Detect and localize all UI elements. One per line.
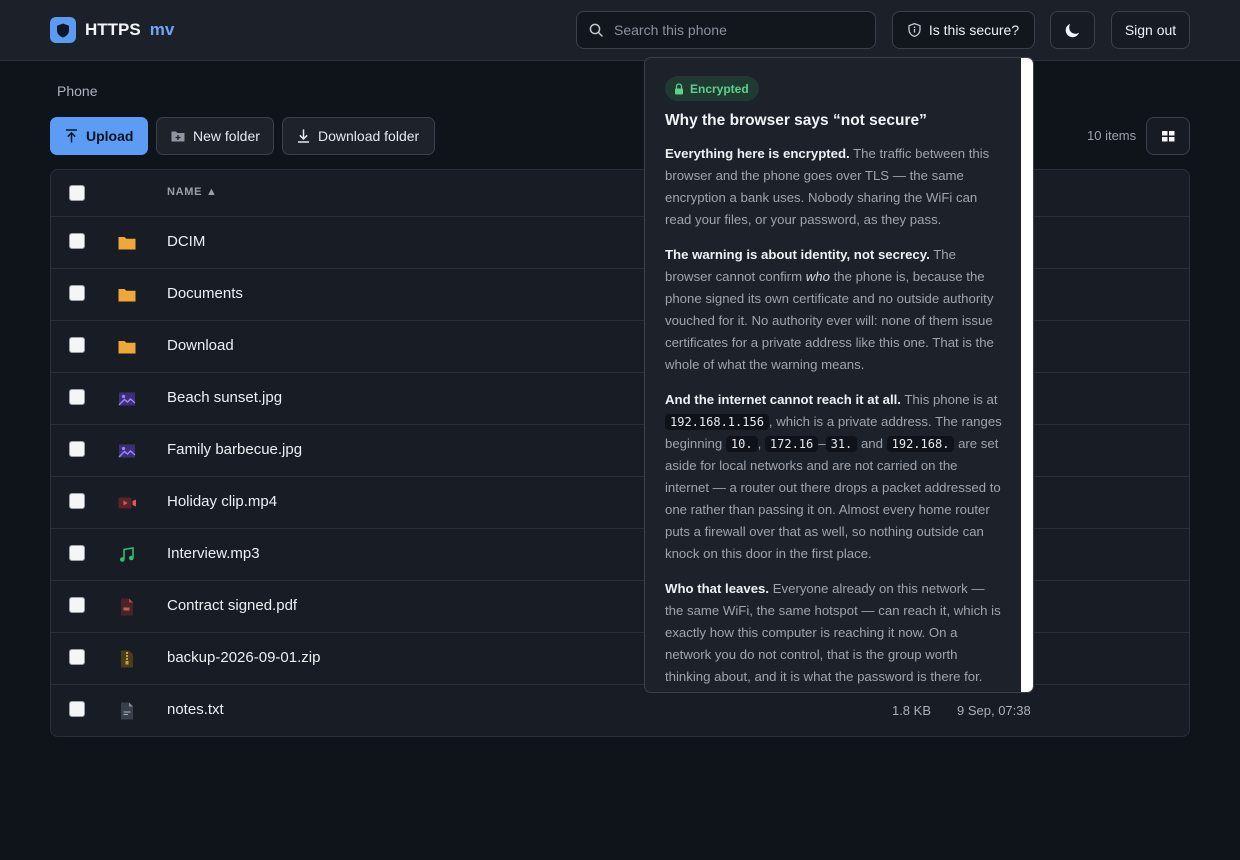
file-name: backup-2026-09-01.zip [167, 649, 321, 666]
zip-file-icon [121, 650, 133, 668]
grid-view-icon [1161, 130, 1174, 141]
file-name: Family barbecue.jpg [167, 441, 303, 458]
moon-icon [1065, 23, 1079, 37]
range-code: 31. [825, 436, 858, 452]
video-file-icon [118, 497, 136, 509]
brand[interactable]: HTTPS mv [50, 17, 174, 43]
new-folder-label: New folder [193, 128, 260, 144]
theme-toggle-button[interactable] [1050, 11, 1095, 49]
row-checkbox[interactable] [69, 285, 85, 301]
file-size: 1.8 KB [891, 703, 931, 718]
lock-icon [675, 82, 683, 94]
file-name: Contract signed.pdf [167, 597, 298, 614]
search-input[interactable] [614, 22, 854, 38]
file-name: Holiday clip.mp4 [167, 493, 278, 510]
reachability-heading: And the internet cannot reach it at all. [665, 392, 901, 407]
file-name: DCIM [167, 233, 206, 250]
sign-out-button[interactable]: Sign out [1111, 11, 1190, 49]
identity-emphasis: who [805, 269, 830, 284]
row-checkbox[interactable] [69, 493, 85, 509]
folder-plus-icon [171, 131, 185, 142]
audience-text: Everyone already on this network — the s… [665, 581, 1001, 684]
ip-address-code: 192.168.1.156 [665, 414, 769, 430]
popover-content: Encrypted Why the browser says “not secu… [665, 76, 1003, 688]
row-checkbox[interactable] [69, 337, 85, 353]
download-folder-button[interactable]: Download folder [282, 117, 435, 155]
identity-heading: The warning is about identity, not secre… [665, 247, 930, 262]
pdf-file-icon [121, 598, 133, 616]
identity-text-b: the phone is, because the phone signed i… [665, 269, 994, 372]
is-this-secure-label: Is this secure? [928, 22, 1020, 38]
row-checkbox[interactable] [69, 701, 85, 717]
brand-device-name: mv [149, 20, 175, 39]
encryption-paragraph: Everything here is encrypted. The traffi… [665, 143, 1003, 231]
popover-scrollbar[interactable] [1021, 58, 1033, 692]
popover-title: Why the browser says “not secure” [665, 112, 927, 129]
upload-icon [66, 129, 77, 143]
security-popover: Encrypted Why the browser says “not secu… [644, 57, 1034, 693]
audience-heading: Who that leaves. [665, 581, 770, 596]
row-checkbox[interactable] [69, 649, 85, 665]
item-count: 10 items [1087, 128, 1137, 143]
file-name: notes.txt [167, 701, 224, 718]
identity-paragraph: The warning is about identity, not secre… [665, 244, 1003, 376]
file-name: Interview.mp3 [167, 545, 260, 562]
encryption-heading: Everything here is encrypted. [665, 146, 850, 161]
row-checkbox[interactable] [69, 545, 85, 561]
shield-info-icon [908, 23, 921, 37]
encrypted-badge: Encrypted [665, 76, 759, 101]
top-bar: HTTPS mv Is this secure? Sign out [0, 0, 1240, 61]
range-code: 10. [725, 436, 758, 452]
row-checkbox[interactable] [69, 597, 85, 613]
select-all-checkbox[interactable] [69, 185, 85, 201]
row-checkbox[interactable] [69, 233, 85, 249]
upload-label: Upload [86, 128, 134, 144]
audio-file-icon [120, 547, 134, 562]
folder-icon [118, 341, 136, 354]
folder-icon [118, 289, 136, 302]
brand-name: HTTPS [85, 20, 141, 39]
image-file-icon [118, 444, 136, 458]
text-file-icon [121, 702, 133, 720]
file-name: Documents [167, 285, 243, 302]
range-separator: – [818, 436, 826, 451]
row-checkbox[interactable] [69, 441, 85, 457]
reachability-paragraph: And the internet cannot reach it at all.… [665, 389, 1003, 565]
name-column-header[interactable]: NAME ▲ [167, 186, 218, 198]
search-icon [589, 23, 603, 37]
encrypted-badge-label: Encrypted [690, 81, 749, 96]
breadcrumb[interactable]: Phone [57, 83, 97, 99]
download-folder-label: Download folder [318, 128, 420, 144]
view-toggle-button[interactable] [1146, 117, 1190, 155]
reachability-text-c: are set aside for local networks and are… [665, 436, 1001, 561]
file-name: Download [167, 337, 234, 354]
download-icon [298, 129, 309, 143]
sign-out-label: Sign out [1124, 22, 1177, 38]
shield-logo-icon [50, 17, 76, 43]
range-separator: and [857, 436, 887, 451]
audience-paragraph: Who that leaves. Everyone already on thi… [665, 578, 1003, 688]
file-modified-date: 9 Sep, 07:38 [957, 703, 1031, 718]
search-box[interactable] [576, 11, 876, 49]
range-separator: , [757, 436, 765, 451]
row-checkbox[interactable] [69, 389, 85, 405]
file-name: Beach sunset.jpg [167, 389, 283, 406]
range-code: 172.16 [764, 436, 819, 452]
range-code: 192.168. [886, 436, 955, 452]
new-folder-button[interactable]: New folder [156, 117, 274, 155]
reachability-text-a: This phone is at [900, 392, 998, 407]
image-file-icon [118, 392, 136, 406]
upload-button[interactable]: Upload [50, 117, 148, 155]
is-this-secure-button[interactable]: Is this secure? [892, 11, 1035, 49]
folder-icon [118, 237, 136, 250]
